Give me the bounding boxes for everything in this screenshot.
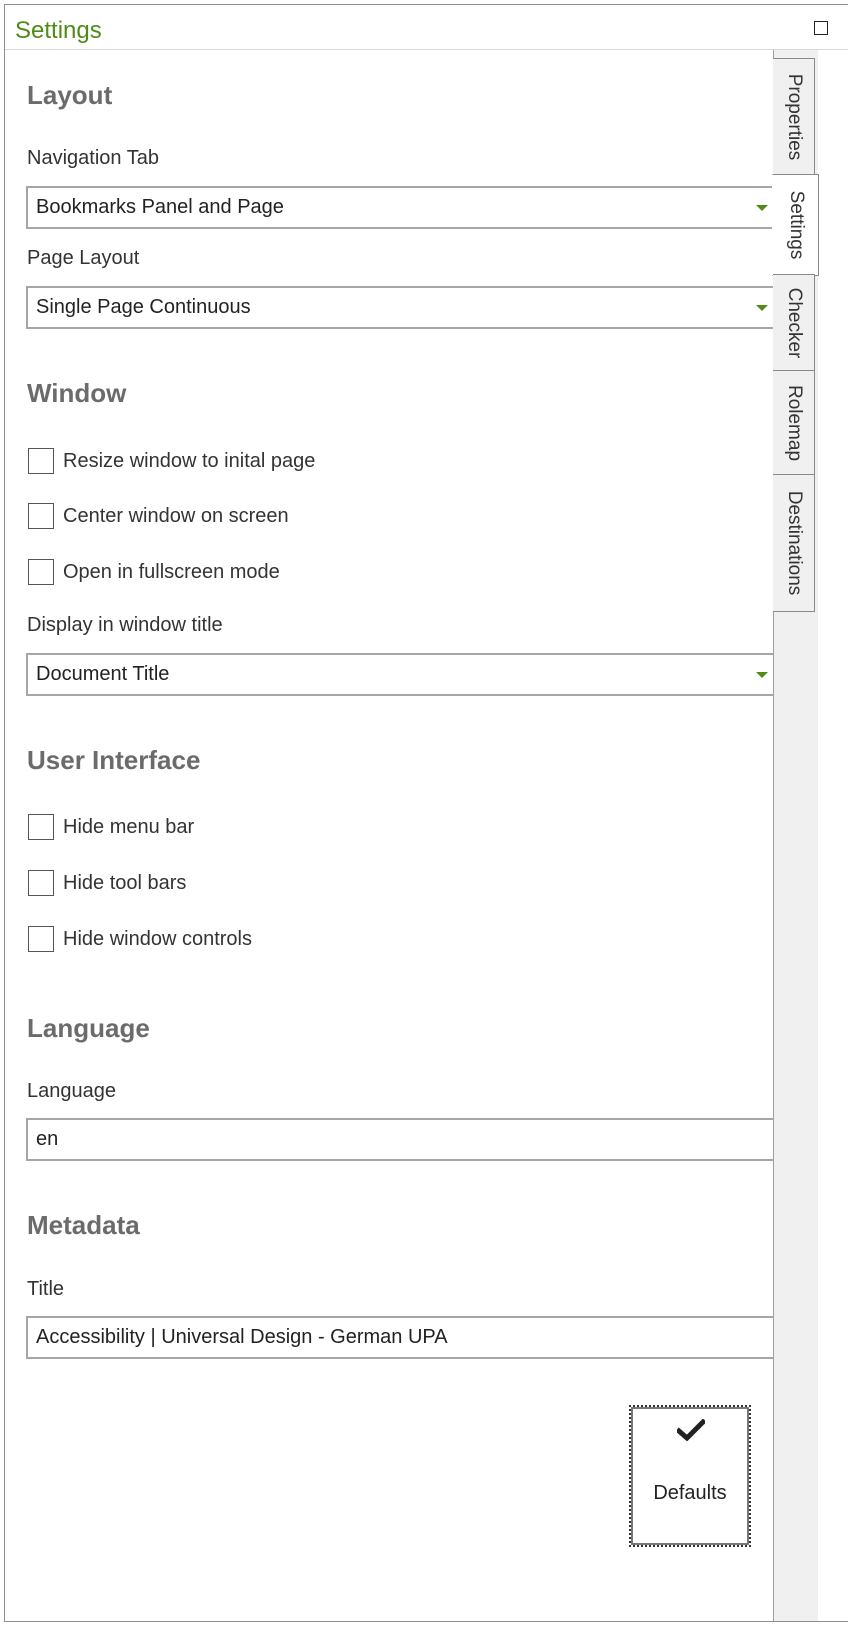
resize-window-checkbox[interactable]	[28, 448, 54, 474]
tab-properties-label: Properties	[783, 73, 805, 161]
side-tab-strip: Properties Settings Checker Rolemap Dest…	[772, 50, 819, 1621]
tab-rolemap-label: Rolemap	[783, 384, 805, 462]
tab-rolemap[interactable]: Rolemap	[773, 370, 815, 476]
dropdown-arrow-icon	[756, 305, 768, 311]
settings-panel: Settings Layout Navigation Tab Bookmarks…	[4, 4, 848, 1622]
hide-menu-bar-label: Hide menu bar	[63, 816, 195, 838]
tab-properties[interactable]: Properties	[773, 58, 815, 176]
tab-destinations-label: Destinations	[783, 490, 805, 596]
page-layout-select[interactable]: Single Page Continuous	[26, 286, 778, 329]
display-title-value: Document Title	[36, 663, 170, 685]
window-heading: Window	[27, 378, 127, 408]
checkmark-icon	[677, 1419, 705, 1441]
layout-heading: Layout	[27, 80, 113, 110]
hide-menu-bar-checkbox[interactable]	[28, 814, 54, 840]
tab-settings-label: Settings	[785, 190, 807, 260]
hide-window-controls-label: Hide window controls	[63, 928, 252, 950]
navigation-tab-value: Bookmarks Panel and Page	[36, 196, 284, 218]
title-label: Title	[27, 1278, 65, 1300]
language-heading: Language	[27, 1013, 150, 1043]
panel-title: Settings	[15, 17, 102, 44]
maximize-button[interactable]	[814, 21, 828, 35]
navigation-tab-select[interactable]: Bookmarks Panel and Page	[26, 186, 778, 229]
language-value: en	[36, 1128, 59, 1150]
title-input[interactable]: Accessibility | Universal Design - Germa…	[26, 1316, 778, 1359]
display-title-select[interactable]: Document Title	[26, 653, 778, 696]
tab-settings[interactable]: Settings	[772, 174, 819, 276]
center-window-label: Center window on screen	[63, 505, 289, 527]
resize-window-label: Resize window to inital page	[63, 450, 316, 472]
defaults-button[interactable]: Defaults	[629, 1405, 751, 1547]
center-window-checkbox[interactable]	[28, 503, 54, 529]
navigation-tab-label: Navigation Tab	[27, 147, 159, 169]
hide-tool-bars-label: Hide tool bars	[63, 872, 187, 894]
title-bar: Settings	[5, 5, 848, 50]
tab-checker-label: Checker	[783, 287, 805, 359]
hide-tool-bars-checkbox[interactable]	[28, 870, 54, 896]
language-label: Language	[27, 1080, 116, 1102]
dropdown-arrow-icon	[756, 672, 768, 678]
tab-checker[interactable]: Checker	[773, 274, 815, 372]
dropdown-arrow-icon	[756, 205, 768, 211]
hide-window-controls-checkbox[interactable]	[28, 926, 54, 952]
tab-destinations[interactable]: Destinations	[773, 474, 815, 612]
user-interface-heading: User Interface	[27, 745, 201, 775]
settings-content: Layout Navigation Tab Bookmarks Panel an…	[5, 50, 781, 1621]
fullscreen-label: Open in fullscreen mode	[63, 561, 280, 583]
metadata-heading: Metadata	[27, 1210, 140, 1240]
page-layout-value: Single Page Continuous	[36, 296, 251, 318]
language-input[interactable]: en	[26, 1118, 778, 1161]
page-layout-label: Page Layout	[27, 247, 140, 269]
defaults-label: Defaults	[653, 1482, 727, 1504]
display-title-label: Display in window title	[27, 614, 223, 636]
title-value: Accessibility | Universal Design - Germa…	[36, 1326, 448, 1348]
fullscreen-checkbox[interactable]	[28, 559, 54, 585]
